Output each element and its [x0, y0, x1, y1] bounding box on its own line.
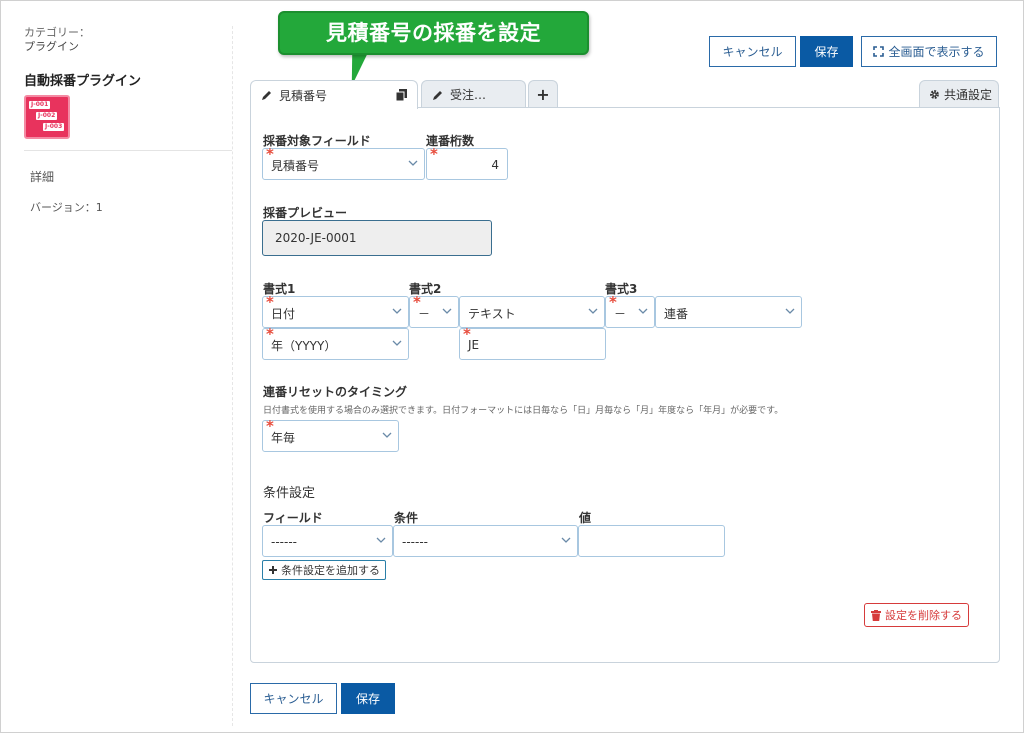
chevron-down-icon [638, 306, 648, 316]
common-settings-label: 共通設定 [944, 88, 993, 102]
add-tab-label: + [536, 85, 550, 104]
format1-sub-value: 年（YYYY） [271, 338, 337, 353]
chevron-down-icon [561, 535, 571, 545]
format1-type-select[interactable]: * 日付 [262, 293, 409, 328]
icon-tag-3: J-003 [43, 123, 65, 131]
pencil-icon [261, 89, 273, 101]
chevron-down-icon [442, 306, 452, 316]
trash-icon [871, 609, 881, 621]
reset-timing-select[interactable]: * 年毎 [262, 417, 399, 452]
reset-timing-label: 連番リセットのタイミング [263, 385, 408, 399]
icon-tag-2: J-002 [36, 112, 58, 120]
fullscreen-icon [873, 46, 885, 57]
cond-value-input[interactable] [578, 525, 725, 557]
delete-settings-label: 設定を削除する [885, 609, 962, 622]
format1-sub-select[interactable]: * 年（YYYY） [262, 325, 409, 360]
conditions-title: 条件設定 [263, 486, 316, 501]
add-condition-button[interactable]: 条件設定を追加する [262, 560, 386, 580]
sidebar-version: バージョン：1 [30, 201, 103, 214]
target-field-select[interactable]: * 見積番号 [262, 145, 425, 180]
required-mark: * [266, 417, 274, 435]
format3-separator-select[interactable]: * － [605, 293, 655, 328]
required-mark: * [266, 145, 274, 163]
required-mark: * [463, 325, 471, 343]
chevron-down-icon [382, 430, 392, 440]
target-field-value: 見積番号 [271, 158, 320, 173]
cond-field-select[interactable]: ------ [262, 525, 393, 557]
add-tab-button[interactable]: + [528, 80, 558, 108]
format2-type-value: テキスト [468, 306, 516, 321]
chevron-down-icon [408, 158, 418, 168]
format3-type-select[interactable]: 連番 [655, 296, 802, 328]
footer-cancel-button[interactable]: キャンセル [250, 683, 337, 714]
cond-value-label: 値 [579, 511, 592, 525]
category-value: プラグイン [24, 40, 79, 53]
cancel-button-label: キャンセル [722, 45, 783, 59]
cancel-button[interactable]: キャンセル [709, 36, 796, 67]
digits-input[interactable]: * 4 [426, 145, 508, 180]
required-mark: * [609, 293, 617, 311]
digits-value: 4 [491, 158, 499, 172]
footer-save-label: 保存 [355, 692, 380, 706]
sidebar-divider [24, 150, 232, 151]
save-button-label: 保存 [814, 45, 839, 59]
plugin-logo-icon: J-001 J-002 J-003 [24, 95, 70, 139]
copy-icon[interactable] [396, 89, 407, 101]
cond-operator-select[interactable]: ------ [393, 525, 578, 557]
preview-value: 2020-JE-0001 [275, 231, 357, 245]
callout-annotation: 見積番号の採番を設定 [278, 11, 589, 55]
required-mark: * [430, 145, 438, 163]
chevron-down-icon [588, 306, 598, 316]
reset-timing-value: 年毎 [271, 430, 296, 445]
footer-cancel-label: キャンセル [263, 692, 324, 706]
preview-label: 採番プレビュー [263, 206, 348, 220]
tab-label: 見積番号 [279, 88, 328, 103]
preview-field: 2020-JE-0001 [262, 220, 492, 256]
format3-type-value: 連番 [664, 306, 689, 321]
chevron-down-icon [392, 338, 402, 348]
cond-field-value: ------ [271, 535, 297, 549]
add-condition-label: 条件設定を追加する [281, 564, 380, 577]
required-mark: * [413, 293, 421, 311]
cond-field-label: フィールド [263, 511, 323, 525]
required-mark: * [266, 325, 274, 343]
cond-operator-label: 条件 [394, 511, 419, 525]
format1-type-value: 日付 [271, 306, 296, 321]
footer-save-button[interactable]: 保存 [341, 683, 395, 714]
chevron-down-icon [392, 306, 402, 316]
target-field-label: 採番対象フィールド [263, 134, 371, 148]
format2-text-input[interactable]: * JE [459, 325, 606, 360]
cond-operator-value: ------ [402, 535, 428, 549]
delete-settings-button[interactable]: 設定を削除する [864, 603, 969, 627]
tab-label: 受注… [450, 88, 487, 102]
chevron-down-icon [376, 535, 386, 545]
required-mark: * [266, 293, 274, 311]
icon-tag-1: J-001 [29, 101, 51, 109]
pencil-icon [432, 89, 444, 101]
tab-order[interactable]: 受注… [421, 80, 526, 108]
fullscreen-button-label: 全画面で表示する [888, 45, 985, 59]
settings-panel: 採番対象フィールド * 見積番号 連番桁数 * 4 採番プレビュー 2020-J… [250, 107, 1000, 663]
category-label: カテゴリー： [24, 26, 90, 39]
tab-estimate-number[interactable]: 見積番号 [250, 80, 418, 109]
sidebar-separator [232, 26, 233, 726]
plugin-name: 自動採番プラグイン [24, 74, 142, 89]
plus-icon [268, 565, 278, 575]
tab-common-settings[interactable]: 共通設定 [919, 80, 999, 108]
save-button[interactable]: 保存 [800, 36, 853, 67]
gear-icon [929, 89, 940, 100]
sidebar: カテゴリー： プラグイン 自動採番プラグイン J-001 J-002 J-003… [24, 26, 232, 214]
format2-type-select[interactable]: テキスト [459, 296, 605, 328]
fullscreen-button[interactable]: 全画面で表示する [861, 36, 997, 67]
reset-timing-hint: 日付書式を使用する場合のみ選択できます。日付フォーマットには日毎なら「日」月毎な… [263, 406, 784, 416]
sidebar-link-details[interactable]: 詳細 [30, 168, 54, 185]
format2-separator-select[interactable]: * － [409, 293, 459, 328]
chevron-down-icon [785, 306, 795, 316]
